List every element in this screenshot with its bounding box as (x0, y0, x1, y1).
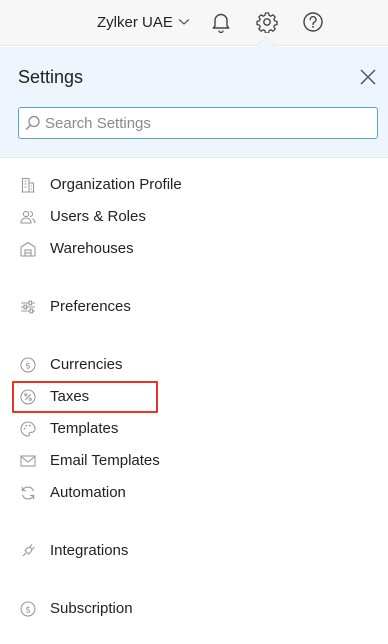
menu-item-label: Currencies (50, 356, 123, 373)
help-icon[interactable] (300, 9, 326, 35)
menu-item-warehouses[interactable]: Warehouses (0, 233, 388, 265)
subscription-icon: $ (20, 601, 36, 617)
menu-item-taxes[interactable]: Taxes (0, 381, 388, 413)
svg-text:$: $ (25, 606, 31, 616)
settings-header: Settings (0, 47, 388, 158)
menu-item-users-roles[interactable]: Users & Roles (0, 201, 388, 233)
menu-item-email-templates[interactable]: Email Templates (0, 445, 388, 477)
svg-text:$: $ (25, 362, 31, 372)
sliders-icon (20, 299, 36, 315)
menu-item-label: Users & Roles (50, 208, 146, 225)
menu-item-label: Preferences (50, 298, 131, 315)
menu-item-label: Email Templates (50, 452, 160, 469)
menu-item-label: Integrations (50, 542, 129, 559)
mail-icon (20, 453, 36, 469)
building-icon (20, 177, 36, 193)
menu-item-label: Taxes (50, 388, 90, 405)
currency-icon: $ (20, 357, 36, 373)
menu-item-label: Templates (50, 420, 119, 437)
search-box (18, 107, 378, 139)
menu-item-currencies[interactable]: $ Currencies (0, 349, 388, 381)
gear-icon[interactable] (254, 9, 280, 35)
menu-item-templates[interactable]: Templates (0, 413, 388, 445)
top-bar: Zylker UAE (0, 0, 388, 46)
percent-icon (20, 389, 36, 405)
bell-icon[interactable] (208, 9, 234, 35)
menu-item-label: Organization Profile (50, 176, 182, 193)
search-icon (25, 115, 41, 131)
palette-icon (20, 421, 36, 437)
organization-switcher[interactable]: Zylker UAE (97, 11, 190, 33)
users-icon (20, 209, 36, 225)
organization-name: Zylker UAE (97, 13, 173, 31)
chevron-down-icon (178, 18, 190, 26)
plug-icon (20, 543, 36, 559)
menu-item-label: Warehouses (50, 240, 134, 257)
settings-title: Settings (18, 67, 84, 87)
menu-item-label: Subscription (50, 600, 133, 617)
menu-item-integrations[interactable]: Integrations (0, 535, 388, 567)
menu-item-automation[interactable]: Automation (0, 477, 388, 509)
menu-item-organization-profile[interactable]: Organization Profile (0, 169, 388, 201)
warehouse-icon (20, 241, 36, 257)
close-icon[interactable] (356, 65, 380, 89)
menu-item-label: Automation (50, 484, 126, 501)
refresh-icon (20, 485, 36, 501)
menu-item-subscription[interactable]: $ Subscription (0, 593, 388, 625)
menu-item-preferences[interactable]: Preferences (0, 291, 388, 323)
search-input[interactable] (45, 108, 373, 138)
